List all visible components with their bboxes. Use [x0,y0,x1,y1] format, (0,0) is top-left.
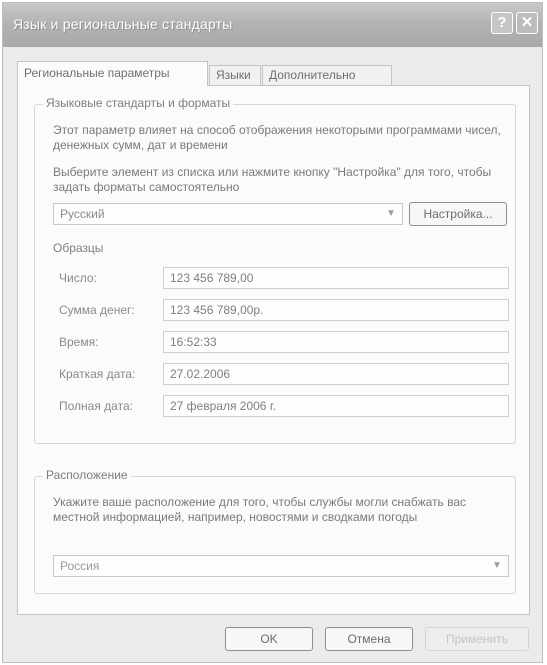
tab-languages[interactable]: Языки [209,65,261,85]
tab-regional-options[interactable]: Региональные параметры [17,61,208,86]
sample-label-long-date: Полная дата: [59,399,133,413]
standards-legend: Языковые стандарты и форматы [43,96,234,110]
sample-value-time: 16:52:33 [163,331,509,353]
help-button[interactable]: ? [491,12,513,34]
sample-value-number: 123 456 789,00 [163,267,509,289]
sample-label-number: Число: [59,271,97,285]
help-icon: ? [497,14,507,31]
sample-value-long-date: 27 февраля 2006 г. [163,395,509,417]
locale-select[interactable]: Русский ▼ [53,203,403,225]
close-button[interactable]: ✕ [516,12,538,34]
sample-label-time: Время: [59,335,99,349]
locale-select-value: Русский [60,207,105,221]
customize-button[interactable]: Настройка... [409,202,507,226]
tab-label: Дополнительно [269,68,356,82]
location-description: Укажите ваше расположение для того, чтоб… [53,495,467,524]
close-icon: ✕ [520,14,534,31]
standards-group: Языковые стандарты и форматы Этот параме… [34,96,516,444]
samples-legend: Образцы [53,241,104,255]
sample-label-currency: Сумма денег: [59,303,135,317]
sample-value-currency: 123 456 789,00р. [163,299,509,321]
tab-label: Региональные параметры [24,66,170,80]
tab-panel: Языковые стандарты и форматы Этот параме… [17,85,530,615]
standards-description: Этот параметр влияет на способ отображен… [53,123,501,152]
tab-label: Языки [216,68,251,82]
ok-button[interactable]: OK [225,627,313,651]
cancel-button[interactable]: Отмена [325,627,413,651]
apply-button: Применить [425,627,529,651]
title-bar[interactable]: Язык и региональные стандарты ? ✕ [3,3,542,47]
chevron-down-icon[interactable]: ▼ [383,206,399,222]
location-select[interactable]: Россия ▼ [53,555,509,577]
location-group: Расположение Укажите ваше расположение д… [34,468,516,594]
sample-label-short-date: Краткая дата: [59,367,136,381]
dialog-window: Язык и региональные стандарты ? ✕ Регион… [2,2,543,663]
chevron-down-icon[interactable]: ▼ [489,558,505,574]
tab-advanced[interactable]: Дополнительно [262,65,392,85]
location-select-value: Россия [60,559,100,573]
location-legend: Расположение [43,468,131,482]
window-title: Язык и региональные стандарты [13,16,233,32]
sample-value-short-date: 27.02.2006 [163,363,509,385]
standards-instruction: Выберите элемент из списка или нажмите к… [53,165,492,194]
